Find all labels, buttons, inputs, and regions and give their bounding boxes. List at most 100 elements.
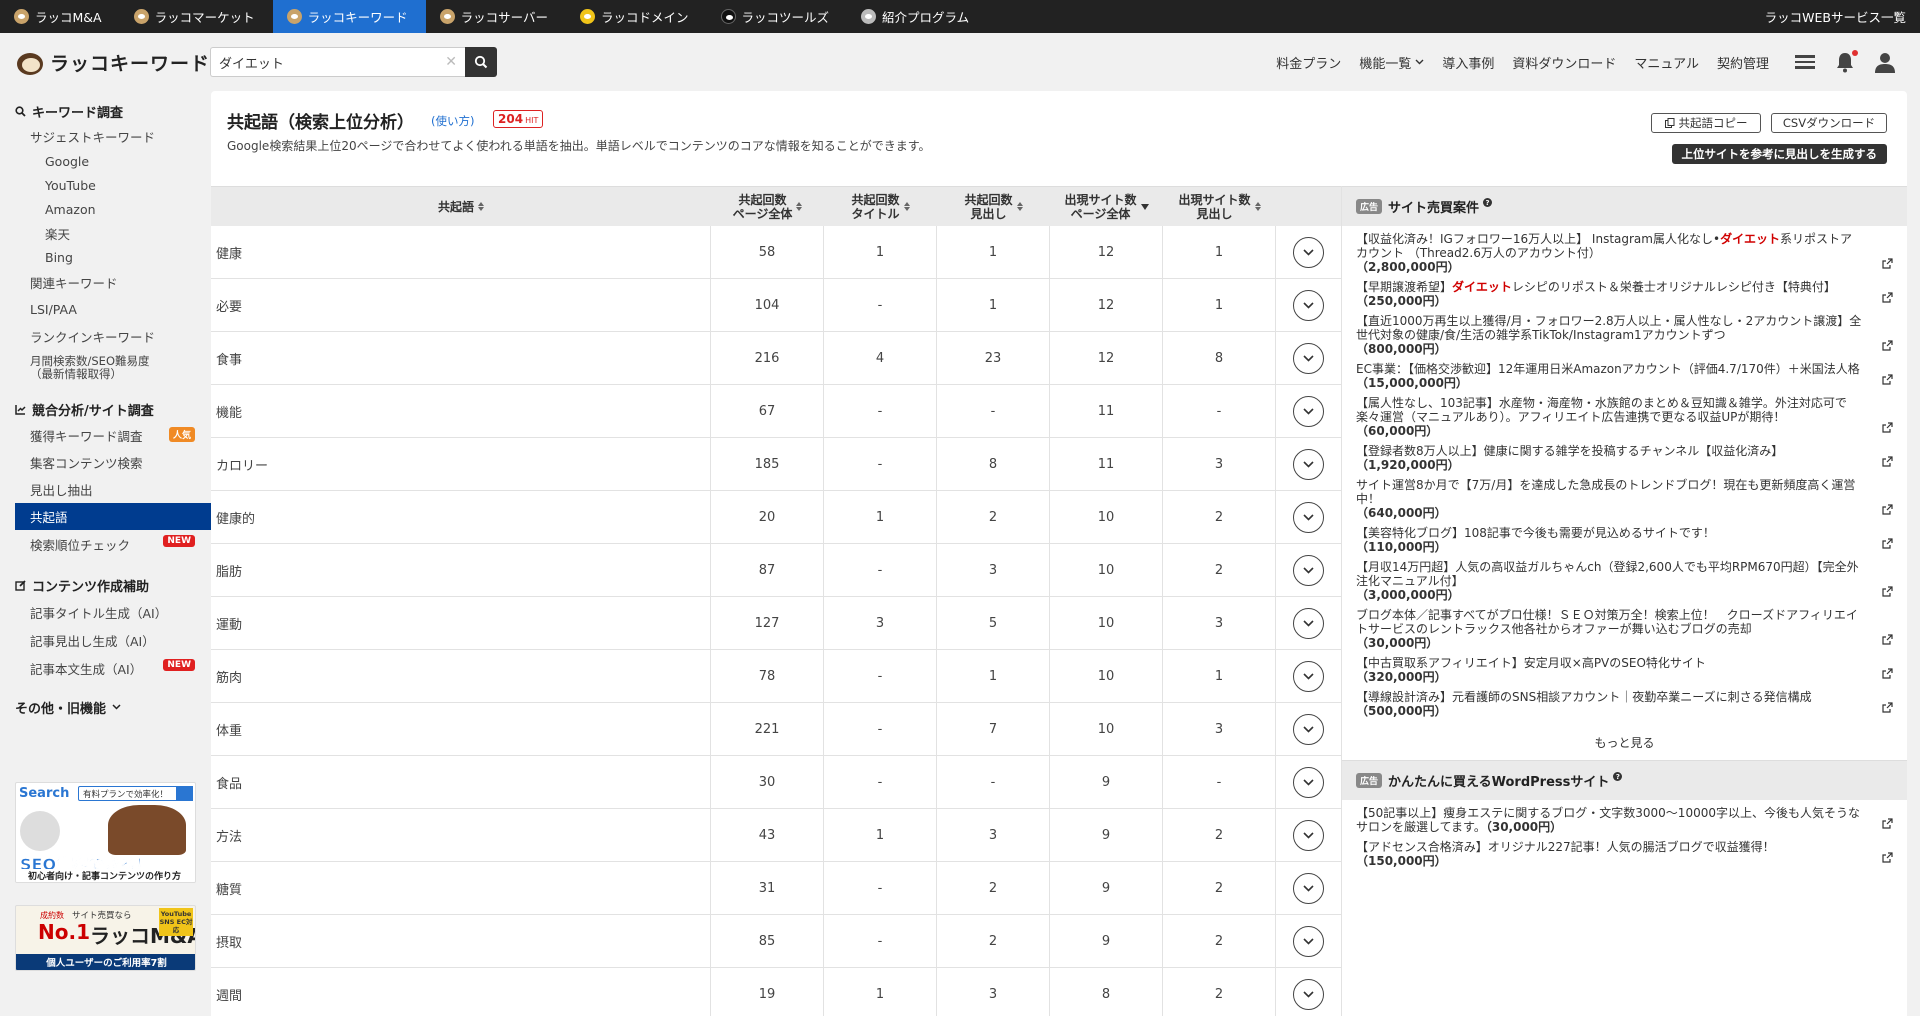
- list-item[interactable]: 【アドセンス合格済み】オリジナル227記事！人気の腸活ブログで収益獲得！（150…: [1342, 840, 1907, 868]
- list-item[interactable]: 【美容特化ブログ】108記事で今後も需要が見込めるサイトです！ （110,000円…: [1342, 526, 1907, 554]
- topnav-item-rakko-market[interactable]: ラッコマーケット: [120, 0, 273, 33]
- cell-count-heading: -: [937, 385, 1050, 437]
- sidebar-item-monthly-volume[interactable]: 月間検索数/SEO難易度 （最新情報取得）: [0, 350, 211, 386]
- table-row: 必要 104-1 12 1: [211, 279, 1341, 332]
- expand-row-button[interactable]: [1293, 342, 1324, 374]
- help-icon[interactable]: ?: [1613, 772, 1623, 781]
- list-item[interactable]: EC事業：【価格交渉歓迎】12年運用日米Amazonアカウント（評価4.7/17…: [1342, 362, 1907, 390]
- expand-row-button[interactable]: [1293, 554, 1324, 586]
- sidebar-item-rankin[interactable]: ランクインキーワード: [0, 323, 211, 350]
- chevron-down-icon: [1303, 460, 1314, 468]
- list-item[interactable]: 【導線設計済み】元看護師のSNS相談アカウント｜夜勤卒業ニーズに刺さる発信構成（…: [1342, 690, 1907, 718]
- sidebar-item-title-gen[interactable]: 記事タイトル生成（AI）: [0, 598, 211, 626]
- sidebar-item-cooccurrence[interactable]: 共起語: [15, 503, 211, 530]
- nav-features[interactable]: 機能一覧: [1350, 53, 1433, 72]
- column-header-count-page[interactable]: 共起回数 ページ全体: [711, 187, 824, 226]
- web-services-list-link[interactable]: ラッコWEBサービス一覧: [1765, 0, 1920, 33]
- expand-row-button[interactable]: [1293, 395, 1324, 427]
- sidebar-item-bing[interactable]: Bing: [0, 245, 211, 269]
- sidebar-item-amazon[interactable]: Amazon: [0, 197, 211, 221]
- csv-download-button[interactable]: CSVダウンロード: [1771, 113, 1887, 133]
- list-item[interactable]: サイト運営8か月で【7万/月】を達成した急成長のトレンドブログ！現在も更新頻度高…: [1342, 478, 1907, 520]
- topnav-item-rakko-domain[interactable]: ラッコドメイン: [566, 0, 707, 33]
- table-row: 筋肉 78-1 10 1: [211, 650, 1341, 703]
- chevron-down-icon: [1303, 407, 1314, 415]
- sidebar-section-other[interactable]: その他・旧機能: [0, 694, 211, 720]
- expand-row-button[interactable]: [1293, 660, 1324, 692]
- list-item[interactable]: 【直近1000万再生以上獲得/月・フォロワー2.8万人以上・属人性なし・2アカウ…: [1342, 314, 1907, 356]
- help-icon[interactable]: ?: [1483, 198, 1493, 207]
- search-input[interactable]: [219, 54, 446, 70]
- sidebar-item-related[interactable]: 関連キーワード: [0, 269, 211, 296]
- sidebar-item-google[interactable]: Google: [0, 149, 211, 173]
- more-link[interactable]: もっと見る: [1342, 724, 1907, 760]
- column-header-sites-heading[interactable]: 出現サイト数 見出し: [1163, 187, 1276, 226]
- sidebar-item-content-search[interactable]: 集客コンテンツ検索: [0, 449, 211, 476]
- expand-row-button[interactable]: [1293, 236, 1324, 268]
- cell-count-title: -: [824, 650, 937, 702]
- list-item[interactable]: 【50記事以上】痩身エステに関するブログ・文字数3000〜10000字以上、今後…: [1342, 806, 1907, 834]
- expand-row-button[interactable]: [1293, 978, 1324, 1010]
- sidebar-item-heading-gen[interactable]: 記事見出し生成（AI）: [0, 626, 211, 654]
- nav-case-studies[interactable]: 導入事例: [1433, 53, 1503, 72]
- topnav-item-referral[interactable]: 紹介プログラム: [847, 0, 987, 33]
- user-icon[interactable]: [1872, 49, 1898, 75]
- expand-row-button[interactable]: [1293, 872, 1324, 904]
- topnav-item-rakko-keyword[interactable]: ラッコキーワード: [272, 0, 426, 33]
- sidebar-item-headings[interactable]: 見出し抽出: [0, 476, 211, 503]
- hit-count-badge: 204 HIT: [493, 110, 544, 128]
- nav-manual[interactable]: マニュアル: [1625, 53, 1708, 72]
- generate-headings-button[interactable]: 上位サイトを参考に見出しを生成する: [1671, 144, 1887, 164]
- sidebar-item-acquired-keywords[interactable]: 獲得キーワード調査 人気: [0, 422, 211, 449]
- cell-count-heading: 8: [937, 438, 1050, 490]
- column-header-count-title[interactable]: 共起回数 タイトル: [824, 187, 937, 226]
- topnav-item-rakko-tools[interactable]: ラッコツールズ: [707, 0, 848, 33]
- chevron-down-icon: [1303, 301, 1314, 309]
- expand-row-button[interactable]: [1293, 766, 1324, 798]
- column-header-word[interactable]: 共起語: [211, 187, 711, 226]
- list-item[interactable]: 【月収14万円超】人気の高収益ガルちゃんch（登録2,600人でも平均RPM67…: [1342, 560, 1907, 602]
- list-item[interactable]: 【早期譲渡希望】ダイエットレシピのリポスト＆栄養士オリジナルレシピ付き【特典付】…: [1342, 280, 1907, 308]
- list-item[interactable]: 【収益化済み！IGフォロワー16万人以上】 Instagram属人化なし•ダイエ…: [1342, 232, 1907, 274]
- seo-guide-banner[interactable]: Search 有料プランで効率化！ SEO集客できる！ 初心者向け・記事コンテン…: [15, 782, 196, 883]
- sidebar-item-rakuten[interactable]: 楽天: [0, 221, 211, 245]
- sort-icon: [796, 202, 803, 211]
- expand-row-button[interactable]: [1293, 713, 1324, 745]
- cell-sites-page: 9: [1050, 862, 1163, 914]
- list-item[interactable]: 【属人性なし、103記事】水産物・海産物・水族館のまとめ＆豆知識＆雑学。外注対応…: [1342, 396, 1907, 438]
- column-header-count-heading[interactable]: 共起回数 見出し: [937, 187, 1050, 226]
- list-item[interactable]: 【登録者数8万人以上】健康に関する雑学を投稿するチャンネル【収益化済み】 （1,9…: [1342, 444, 1907, 472]
- menu-icon[interactable]: [1792, 49, 1818, 75]
- cell-sites-page: 9: [1050, 809, 1163, 861]
- expand-row-button[interactable]: [1293, 819, 1324, 851]
- expand-row-button[interactable]: [1293, 925, 1324, 957]
- copy-cooccurrence-button[interactable]: 共起語コピー: [1651, 113, 1761, 133]
- usage-link[interactable]: (使い方): [431, 113, 474, 129]
- nav-contract[interactable]: 契約管理: [1708, 53, 1778, 72]
- list-item[interactable]: 【中古買取系アフィリエイト】安定月収×高PVのSEO特化サイト （320,000円…: [1342, 656, 1907, 684]
- expand-row-button[interactable]: [1293, 501, 1324, 533]
- search-button[interactable]: [465, 47, 497, 77]
- clear-icon[interactable]: ✕: [445, 54, 457, 70]
- sidebar-item-suggest[interactable]: サジェストキーワード: [0, 124, 211, 149]
- sidebar-item-lsi[interactable]: LSI/PAA: [0, 296, 211, 323]
- bell-icon[interactable]: [1832, 49, 1858, 75]
- list-item[interactable]: ブログ本体／記事すべてがプロ仕様！ＳＥＯ対策万全！検索上位！ クローズドアフィリ…: [1342, 608, 1907, 650]
- rakko-ma-banner[interactable]: 成約数 サイト売買なら No.1 ラッコM&A YouTube SNS EC対応…: [15, 905, 196, 971]
- expand-row-button[interactable]: [1293, 607, 1324, 639]
- nav-pricing[interactable]: 料金プラン: [1267, 53, 1350, 72]
- nav-downloads[interactable]: 資料ダウンロード: [1503, 53, 1625, 72]
- sidebar-item-rank-check[interactable]: 検索順位チェック NEW: [0, 530, 211, 559]
- cell-sites-page: 9: [1050, 756, 1163, 808]
- main-content: 共起語（検索上位分析） (使い方) 204 HIT Google検索結果上位20ペ…: [211, 91, 1907, 1016]
- sidebar-item-youtube[interactable]: YouTube: [0, 173, 211, 197]
- sidebar-item-body-gen[interactable]: 記事本文生成（AI） NEW: [0, 654, 211, 682]
- cell-sites-heading: 8: [1163, 332, 1276, 384]
- expand-row-button[interactable]: [1293, 289, 1324, 321]
- topnav-item-rakko-server[interactable]: ラッコサーバー: [426, 0, 566, 33]
- expand-row-button[interactable]: [1293, 448, 1324, 480]
- column-header-sites-page[interactable]: 出現サイト数 ページ全体: [1050, 187, 1163, 226]
- topnav-item-rakko-ma[interactable]: ラッコM&A: [0, 0, 120, 33]
- table-row: 方法 43 1 3 9 2: [211, 809, 1341, 862]
- logo[interactable]: ラッコキーワード: [14, 47, 210, 77]
